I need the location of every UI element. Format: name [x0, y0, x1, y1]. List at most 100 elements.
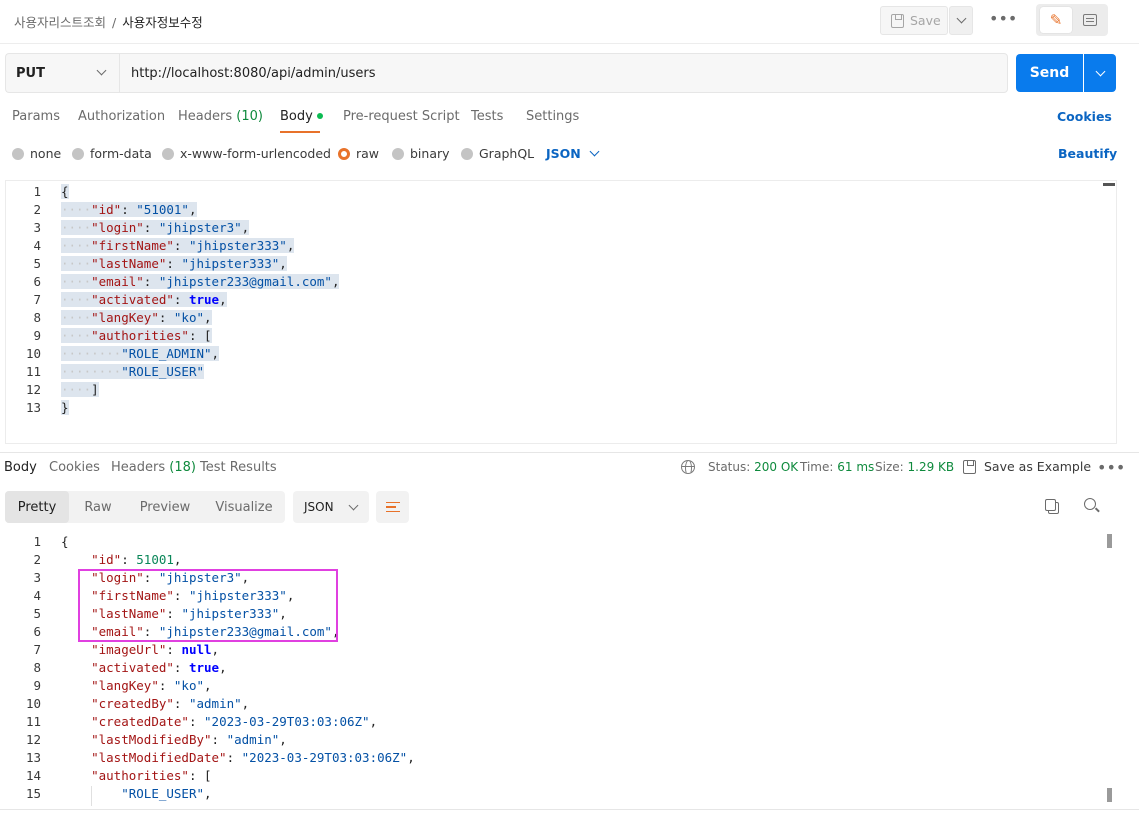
response-format-value: JSON [304, 500, 334, 514]
body-active-dot-icon [316, 112, 323, 119]
chevron-down-icon [589, 146, 600, 157]
line-number: 10 [25, 346, 41, 361]
radio-form-data-label: form-data [90, 146, 152, 161]
line-number: 10 [25, 696, 41, 711]
code-line: ····"id": "51001", [61, 201, 197, 219]
line-number: 15 [25, 786, 41, 801]
indent-whitespace: ···· [61, 256, 92, 271]
radio-binary[interactable]: binary [392, 146, 450, 161]
code-token: null [181, 642, 212, 657]
code-token: : [166, 642, 182, 657]
code-token: : [173, 660, 189, 675]
code-line: "activated": true, [61, 659, 227, 677]
save-as-example-button[interactable]: Save as Example [963, 459, 1091, 474]
radio-circle-icon [461, 147, 473, 160]
globe-icon[interactable] [681, 460, 695, 474]
save-dropdown-button[interactable] [949, 6, 973, 35]
line-number: 5 [33, 256, 41, 271]
code-token: : [121, 552, 137, 567]
documentation-icon[interactable] [1077, 7, 1103, 33]
size-readout[interactable]: Size: 1.29 KB [875, 460, 954, 474]
wrap-lines-button[interactable] [376, 491, 409, 523]
code-line: ····"firstName": "jhipster333", [61, 237, 295, 255]
code-token: , [211, 346, 220, 361]
copy-icon[interactable] [1045, 499, 1056, 511]
search-icon[interactable] [1084, 498, 1096, 510]
indent-whitespace: ········ [61, 364, 122, 379]
code-token: , [279, 256, 287, 271]
chevron-down-icon [1095, 66, 1105, 76]
code-line: { [61, 533, 69, 551]
tab-tests[interactable]: Tests [471, 109, 503, 124]
send-dropdown-button[interactable] [1084, 54, 1116, 92]
view-raw[interactable]: Raw [69, 491, 127, 523]
radio-none[interactable]: none [12, 146, 61, 161]
tab-settings[interactable]: Settings [526, 109, 579, 124]
response-tab-headers[interactable]: Headers (18) [111, 460, 196, 475]
code-token: "ROLE_ADMIN" [121, 346, 212, 361]
code-token: , [331, 274, 340, 289]
code-line: ····"authorities": [ [61, 327, 212, 345]
chevron-down-icon [348, 500, 359, 510]
code-line: "authorities": [ [61, 767, 212, 785]
code-token: { [61, 534, 69, 549]
line-number: 8 [33, 660, 41, 675]
tab-params[interactable]: Params [12, 109, 60, 124]
response-tab-body[interactable]: Body [4, 460, 37, 475]
code-token: , [219, 660, 227, 675]
radio-circle-icon [72, 147, 84, 160]
send-button[interactable]: Send [1016, 54, 1083, 92]
radio-urlencoded[interactable]: x-www-form-urlencoded [162, 146, 331, 161]
code-token: : [211, 732, 227, 747]
tab-headers[interactable]: Headers (10) [178, 109, 263, 124]
response-tab-cookies[interactable]: Cookies [49, 460, 100, 475]
size-value: 1.29 KB [907, 460, 955, 474]
code-token: , [241, 696, 250, 711]
body-format-select[interactable]: JSON [546, 146, 600, 161]
code-line: ········"ROLE_USER" [61, 363, 205, 381]
response-more-options-icon[interactable]: ••• [1097, 460, 1125, 476]
response-format-select[interactable]: JSON [293, 491, 369, 523]
code-line: } [61, 399, 69, 417]
response-scrollbar-top[interactable] [1107, 534, 1112, 548]
method-select[interactable]: PUT [5, 53, 119, 93]
response-scrollbar-bottom[interactable] [1107, 788, 1112, 802]
indent-whitespace: ···· [61, 382, 92, 397]
line-number: 9 [33, 328, 41, 343]
status-value: 200 OK [754, 460, 799, 474]
beautify-link[interactable]: Beautify [1058, 146, 1117, 161]
tab-pre-request-script[interactable]: Pre-request Script [343, 109, 460, 124]
cookies-link[interactable]: Cookies [1057, 109, 1112, 124]
code-token: "email" [91, 274, 144, 289]
time-readout[interactable]: Time: 61 ms [800, 460, 874, 474]
code-line: "createdBy": "admin", [61, 695, 249, 713]
view-preview[interactable]: Preview [127, 491, 203, 523]
code-token: "jhipster3" [158, 220, 242, 235]
code-token: : [ [188, 328, 212, 343]
url-input[interactable]: http://localhost:8080/api/admin/users [119, 53, 1008, 93]
line-number: 8 [33, 310, 41, 325]
tab-authorization[interactable]: Authorization [78, 109, 165, 124]
code-line: "lastModifiedDate": "2023-03-29T03:03:06… [61, 749, 415, 767]
status-readout[interactable]: Status: 200 OK [708, 460, 798, 474]
edit-pencil-icon[interactable]: ✎ [1040, 7, 1072, 33]
line-number: 7 [33, 642, 41, 657]
save-button[interactable]: Save [880, 6, 948, 35]
response-tab-test-results[interactable]: Test Results [200, 460, 277, 475]
breadcrumb-parent[interactable]: 사용자리스트조회 [14, 15, 106, 30]
view-visualize[interactable]: Visualize [203, 491, 285, 523]
chevron-down-icon [96, 65, 107, 76]
editor-scrollbar[interactable] [1103, 183, 1115, 186]
wrap-lines-icon [385, 502, 400, 512]
code-token: 51001 [136, 552, 174, 567]
tab-body[interactable]: Body [280, 109, 323, 124]
radio-graphql[interactable]: GraphQL [461, 146, 534, 161]
radio-form-data[interactable]: form-data [72, 146, 152, 161]
request-body-code[interactable]: 1{2 ····"id": "51001", 3 ····"login": "jhip… [0, 183, 1100, 423]
radio-raw[interactable]: raw [338, 146, 379, 161]
breadcrumb-current[interactable]: 사용자정보수정 [122, 15, 203, 30]
more-options-icon[interactable]: ••• [989, 11, 1017, 27]
code-token: : [ [188, 768, 212, 783]
code-token: "id" [91, 552, 122, 567]
view-pretty[interactable]: Pretty [5, 491, 69, 523]
